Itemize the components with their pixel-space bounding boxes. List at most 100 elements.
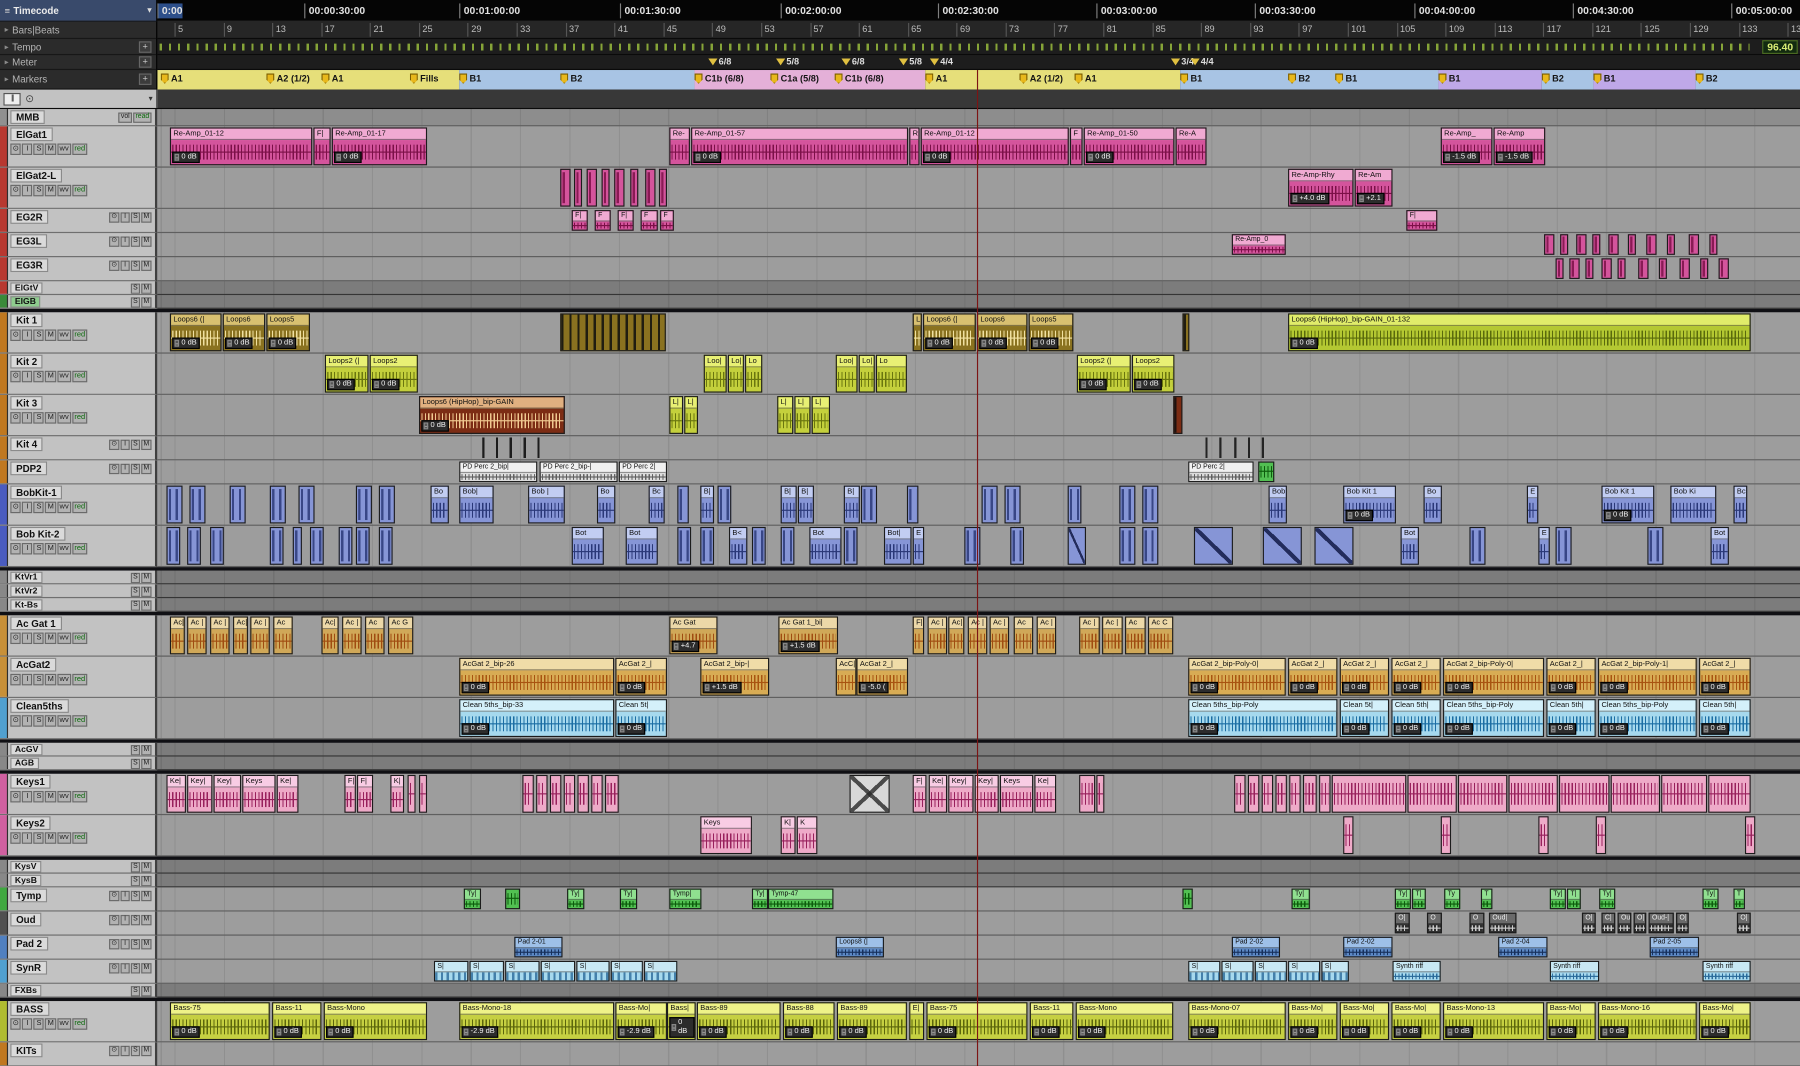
- audio-clip[interactable]: Bot: [809, 527, 841, 565]
- audio-clip[interactable]: Clean 5th|0 dB: [1699, 699, 1751, 737]
- audio-clip[interactable]: [339, 527, 353, 565]
- audio-clip[interactable]: Ac C: [1148, 616, 1173, 654]
- audio-clip[interactable]: Ty|: [752, 889, 768, 910]
- audio-clip[interactable]: B<: [729, 527, 747, 565]
- solo-button[interactable]: S: [131, 758, 140, 768]
- solo-button[interactable]: S: [34, 633, 44, 644]
- mute-button[interactable]: M: [141, 586, 151, 596]
- audio-clip[interactable]: Clean 5th|0 dB: [1546, 699, 1595, 737]
- solo-button[interactable]: S: [34, 1018, 44, 1029]
- audio-clip[interactable]: [1194, 527, 1233, 565]
- record-arm-button[interactable]: ⊙: [109, 914, 119, 924]
- record-arm-button[interactable]: ⊙: [10, 715, 21, 726]
- audio-clip[interactable]: Key|: [187, 775, 212, 813]
- audio-clip[interactable]: Ou|: [1618, 913, 1632, 934]
- audio-clip[interactable]: Bass-Mono0 dB: [1076, 1002, 1174, 1040]
- audio-clip[interactable]: Bc: [649, 486, 665, 524]
- track-name[interactable]: Kit 3: [10, 396, 43, 410]
- marker-chip[interactable]: Fills: [410, 73, 439, 83]
- audio-clip[interactable]: AcGat 2_bip-|+1.5 dB: [700, 658, 769, 696]
- track-name[interactable]: Kit 4: [10, 437, 43, 451]
- audio-clip[interactable]: PD Perc 2_bip|: [459, 461, 537, 482]
- marker-chip[interactable]: C1a (5/8): [770, 73, 819, 83]
- audio-clip[interactable]: [677, 486, 688, 524]
- track-lane[interactable]: [157, 757, 1800, 771]
- audio-clip[interactable]: PD Perc 2|: [1188, 461, 1253, 482]
- audio-clip[interactable]: E: [1527, 486, 1538, 524]
- audio-clip[interactable]: Bass-Mono-130 dB: [1443, 1002, 1544, 1040]
- audio-clip[interactable]: Bass-Mo|-2.9 dB: [615, 1002, 667, 1040]
- audio-clip[interactable]: [1119, 527, 1135, 565]
- marker-chip[interactable]: C1b (6/8): [835, 73, 884, 83]
- input-monitor-button[interactable]: I: [121, 439, 130, 449]
- solo-button[interactable]: S: [131, 572, 140, 582]
- record-arm-button[interactable]: ⊙: [10, 502, 21, 513]
- track-name[interactable]: Keys1: [10, 775, 50, 789]
- track-name[interactable]: KysB: [10, 875, 41, 886]
- track-name[interactable]: KITs: [10, 1044, 42, 1058]
- audio-clip[interactable]: Ac |: [187, 616, 207, 654]
- waveform-view-selector[interactable]: wv: [57, 832, 71, 843]
- track-lane[interactable]: [157, 743, 1800, 757]
- audio-clip[interactable]: [1608, 234, 1618, 255]
- audio-clip[interactable]: F: [641, 210, 658, 231]
- audio-clip[interactable]: S|: [1321, 961, 1349, 982]
- audio-clip[interactable]: [187, 527, 201, 565]
- audio-clip[interactable]: Bass-110 dB: [272, 1002, 321, 1040]
- audio-clip[interactable]: O|: [1634, 913, 1647, 934]
- waveform-view-selector[interactable]: wv: [57, 502, 71, 513]
- audio-clip[interactable]: S|: [1288, 961, 1320, 982]
- audio-clip[interactable]: Clean 5ths_bip-Poly0 dB: [1598, 699, 1697, 737]
- audio-clip[interactable]: B|: [844, 486, 860, 524]
- ruler-label-bars[interactable]: ▸ Bars|Beats: [0, 22, 156, 39]
- audio-clip[interactable]: Bass-Mo|0 dB: [1391, 1002, 1440, 1040]
- track-name[interactable]: Kit 1: [10, 313, 43, 327]
- track-name[interactable]: Clean5ths: [10, 699, 68, 713]
- record-arm-button[interactable]: ⊙: [10, 371, 21, 382]
- audio-clip[interactable]: [1068, 527, 1086, 565]
- solo-button[interactable]: S: [131, 1045, 140, 1055]
- audio-clip[interactable]: [1596, 816, 1606, 854]
- track-lane[interactable]: [157, 281, 1800, 295]
- automation-mode-button[interactable]: red: [72, 715, 87, 726]
- solo-button[interactable]: S: [34, 144, 44, 155]
- waveform-view-selector[interactable]: wv: [57, 543, 71, 554]
- audio-clip[interactable]: Re-Amp_01-570 dB: [691, 127, 908, 165]
- audio-clip[interactable]: [1544, 234, 1554, 255]
- audio-clip[interactable]: [781, 527, 795, 565]
- audio-clip[interactable]: [550, 775, 561, 813]
- audio-clip[interactable]: Ac |: [250, 616, 270, 654]
- audio-clip[interactable]: AcGat 2_|0 dB: [1546, 658, 1595, 696]
- solo-button[interactable]: S: [131, 283, 140, 293]
- track-name[interactable]: Keys2: [10, 816, 50, 830]
- mute-button[interactable]: M: [141, 1045, 151, 1055]
- input-monitor-button[interactable]: I: [121, 1045, 130, 1055]
- track-lane[interactable]: Loops2 (|0 dBLoops20 dBLoo|Lo|LoLoo|Lo|L…: [157, 354, 1800, 395]
- audio-clip[interactable]: [1142, 486, 1158, 524]
- audio-clip[interactable]: Ac: [1125, 616, 1146, 654]
- audio-clip[interactable]: [379, 486, 395, 524]
- input-monitor-button[interactable]: I: [22, 543, 32, 554]
- audio-clip[interactable]: AcGat 2_bip-260 dB: [459, 658, 614, 696]
- track-lane[interactable]: [157, 1042, 1800, 1066]
- mute-button[interactable]: M: [141, 758, 151, 768]
- waveform-view-selector[interactable]: wv: [57, 371, 71, 382]
- audio-clip[interactable]: Bass|0 dB: [667, 1002, 696, 1040]
- automation-mode-button[interactable]: red: [72, 185, 87, 196]
- audio-clip[interactable]: [659, 169, 667, 207]
- input-monitor-button[interactable]: I: [22, 502, 32, 513]
- audio-clip[interactable]: S|: [644, 961, 677, 982]
- track-lane[interactable]: Ac|Ac |Ac |Ac|Ac |AcAc|Ac |AcAc GAc Gat+…: [157, 615, 1800, 656]
- mute-button[interactable]: M: [45, 715, 56, 726]
- audio-clip[interactable]: Loops6 (|0 dB: [923, 313, 976, 351]
- audio-clip[interactable]: Ke|: [929, 775, 947, 813]
- solo-button[interactable]: S: [34, 791, 44, 802]
- waveform-view-selector[interactable]: wv: [57, 329, 71, 340]
- mute-button[interactable]: M: [45, 371, 56, 382]
- mute-button[interactable]: M: [141, 744, 151, 754]
- mute-button[interactable]: M: [141, 283, 151, 293]
- record-arm-button[interactable]: ⊙: [109, 212, 119, 222]
- audio-clip[interactable]: Ac: [1014, 616, 1034, 654]
- audio-clip[interactable]: S|: [434, 961, 468, 982]
- audio-clip[interactable]: [1646, 234, 1656, 255]
